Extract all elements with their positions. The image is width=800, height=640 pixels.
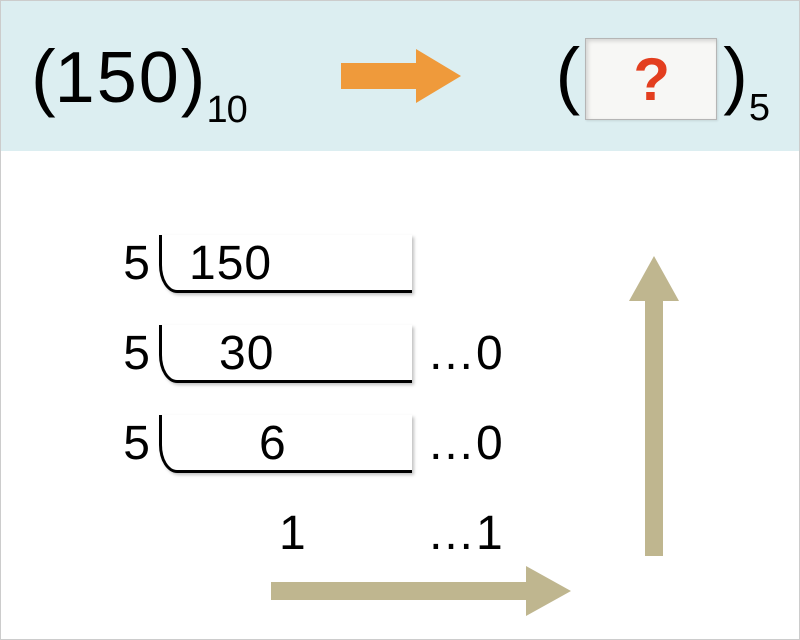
open-paren: ( — [31, 34, 55, 119]
division-step: 5 150 — [101, 211, 504, 291]
dividend: 1 — [159, 506, 409, 561]
base-conversion-diagram: ( 150 ) 10 ( ? ) 5 5 150 5 30 …0 — [0, 0, 800, 640]
division-step: 5 30 …0 — [101, 301, 504, 381]
arrow-up-icon — [629, 256, 679, 556]
divisor: 5 — [101, 326, 151, 381]
divisor: 5 — [101, 236, 151, 291]
source-base: 10 — [206, 89, 246, 132]
dividend: 6 — [159, 416, 409, 471]
question-mark-icon: ? — [633, 45, 669, 114]
repeated-division: 5 150 5 30 …0 5 6 …0 5 1 …1 — [101, 211, 504, 571]
close-paren: ) — [181, 34, 205, 119]
arrow-right-icon — [271, 566, 571, 616]
arrow-right-icon — [331, 41, 471, 111]
close-paren: ) — [723, 32, 747, 117]
target-base: 5 — [749, 87, 769, 130]
source-number: ( 150 ) 10 — [31, 34, 247, 119]
conversion-arrow — [326, 41, 476, 111]
division-step: 5 1 …1 — [101, 481, 504, 561]
remainder: …1 — [427, 506, 504, 561]
conversion-header: ( 150 ) 10 ( ? ) 5 — [1, 1, 799, 151]
target-number: ( ? ) 5 — [556, 32, 769, 121]
dividend: 150 — [159, 236, 409, 291]
division-step: 5 6 …0 — [101, 391, 504, 471]
source-value: 150 — [55, 37, 181, 119]
remainder: …0 — [427, 326, 504, 381]
answer-box: ? — [585, 38, 717, 120]
open-paren: ( — [556, 32, 580, 117]
dividend: 30 — [159, 326, 409, 381]
read-right-arrow — [271, 566, 571, 621]
divisor: 5 — [101, 416, 151, 471]
read-up-arrow — [629, 256, 679, 561]
remainder: …0 — [427, 416, 504, 471]
